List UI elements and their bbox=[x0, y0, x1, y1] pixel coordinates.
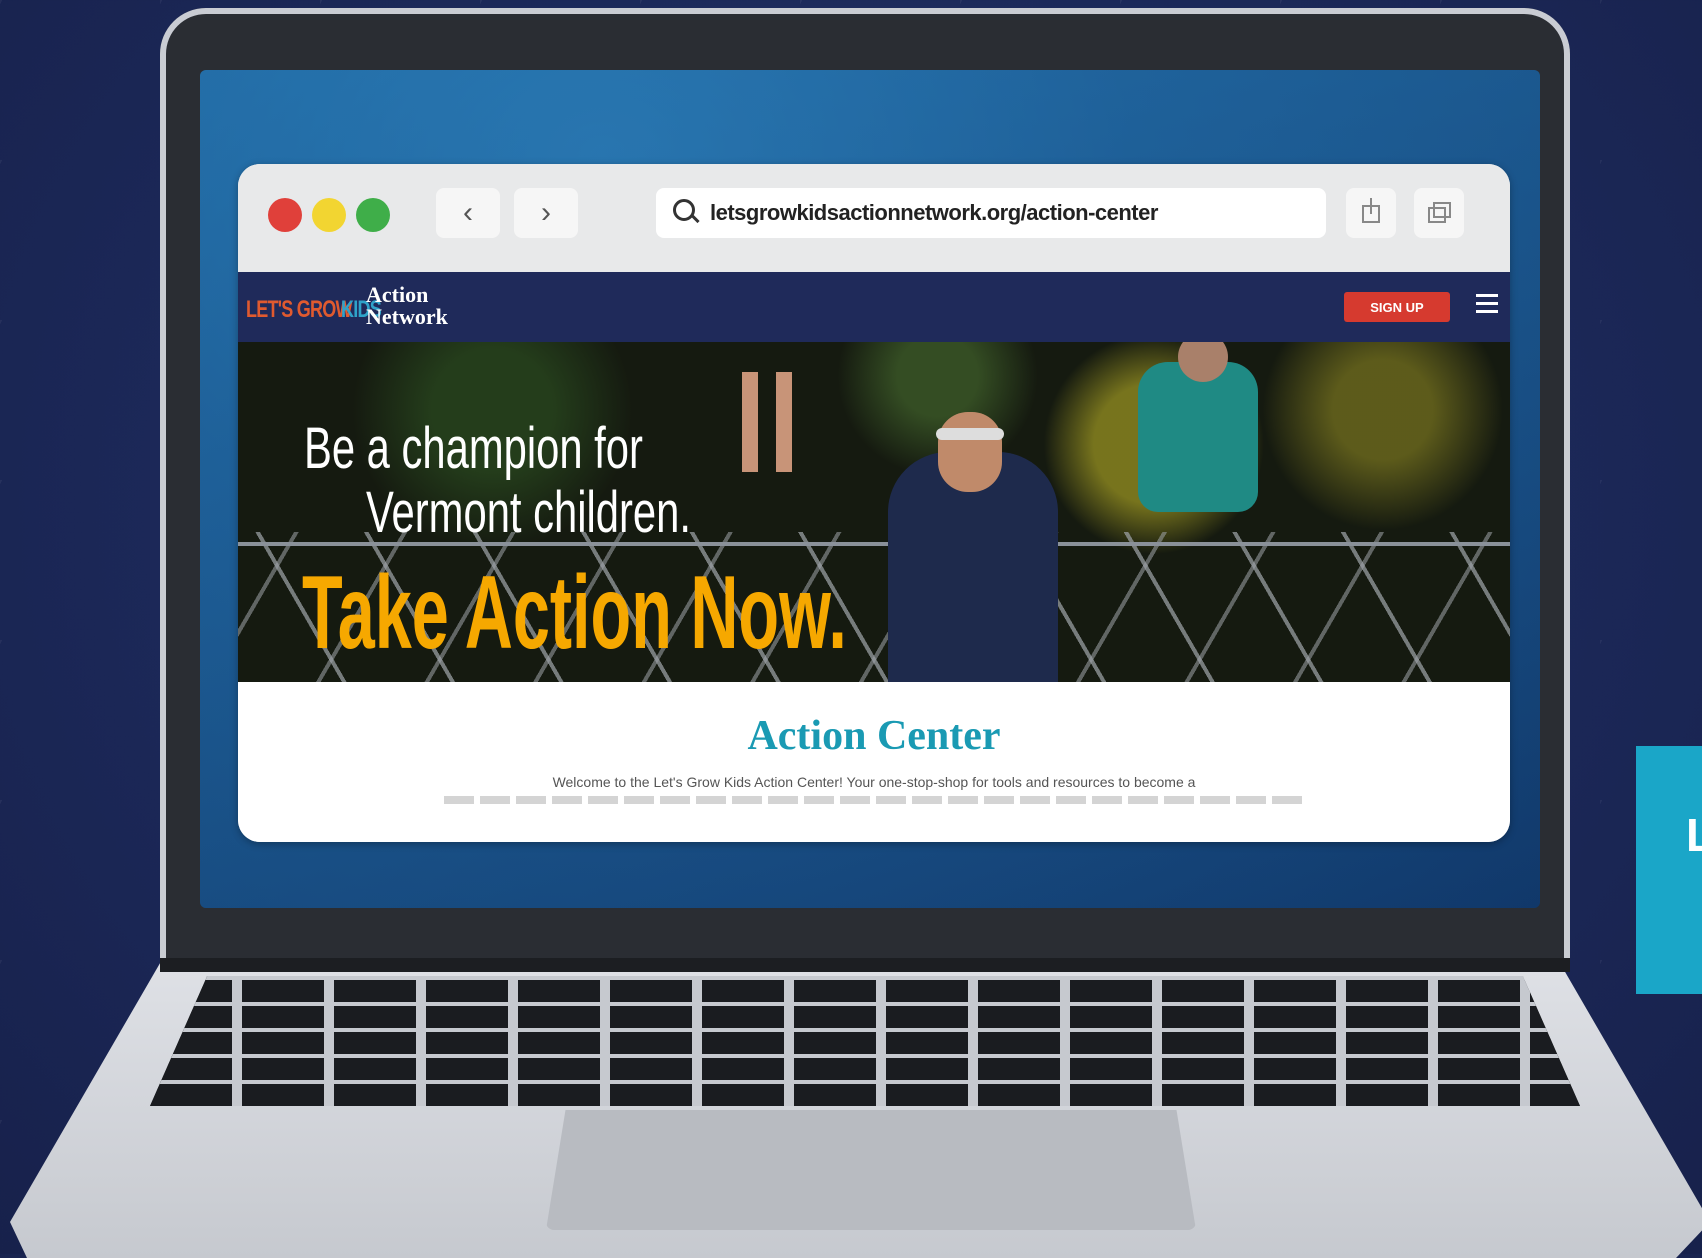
hanging-legs-photo bbox=[728, 372, 808, 472]
site-header: LET'S GROW KIDS Action Network SIGN UP bbox=[238, 272, 1510, 342]
action-center-section: Action Center Welcome to the Let's Grow … bbox=[238, 682, 1510, 842]
browser-window: ‹ › letsgrowkidsactionnetwork.org/action… bbox=[238, 164, 1510, 842]
search-icon bbox=[670, 196, 704, 230]
action-center-title: Action Center bbox=[747, 713, 1001, 759]
close-window-button[interactable] bbox=[268, 198, 302, 232]
forward-button[interactable]: › bbox=[514, 188, 578, 238]
tabs-button[interactable] bbox=[1414, 188, 1464, 238]
trackpad bbox=[546, 1110, 1196, 1230]
hamburger-menu-icon[interactable] bbox=[1476, 294, 1498, 314]
address-bar[interactable]: letsgrowkidsactionnetwork.org/action-cen… bbox=[656, 188, 1326, 238]
browser-toolbar: ‹ › letsgrowkidsactionnetwork.org/action… bbox=[238, 164, 1510, 272]
hero-banner: Be a champion for Vermont children. Take… bbox=[238, 342, 1510, 682]
laptop-illustration: ‹ › letsgrowkidsactionnetwork.org/action… bbox=[0, 0, 1702, 1258]
logo-action: Action bbox=[366, 282, 429, 307]
side-card bbox=[1636, 746, 1702, 994]
laptop-hinge bbox=[160, 958, 1570, 972]
chevron-left-icon: ‹ bbox=[463, 196, 473, 229]
intro-continuation-placeholder bbox=[444, 796, 1304, 804]
hero-headline-line2: Vermont children. bbox=[366, 480, 691, 545]
jumping-kid-photo bbox=[1138, 362, 1258, 512]
laptop-screen: ‹ › letsgrowkidsactionnetwork.org/action… bbox=[200, 70, 1540, 908]
hero-cta-text: Take Action Now. bbox=[302, 555, 847, 671]
share-icon bbox=[1362, 198, 1380, 223]
maximize-window-button[interactable] bbox=[356, 198, 390, 232]
share-button[interactable] bbox=[1346, 188, 1396, 238]
keyboard bbox=[150, 976, 1580, 1106]
hero-headline-line1: Be a champion for bbox=[304, 416, 643, 481]
back-button[interactable]: ‹ bbox=[436, 188, 500, 238]
laptop-lid: ‹ › letsgrowkidsactionnetwork.org/action… bbox=[160, 8, 1570, 968]
logo-lets-grow: LET'S GROW bbox=[246, 296, 353, 323]
action-center-intro: Welcome to the Let's Grow Kids Action Ce… bbox=[552, 774, 1196, 790]
side-card-letter: L bbox=[1686, 809, 1702, 861]
logo-network: Network bbox=[366, 304, 448, 329]
minimize-window-button[interactable] bbox=[312, 198, 346, 232]
tabs-icon bbox=[1428, 202, 1451, 223]
sunglasses-photo bbox=[936, 428, 1004, 440]
logo-wordmark: Action Network bbox=[366, 284, 448, 328]
signup-button[interactable]: SIGN UP bbox=[1344, 292, 1450, 322]
url-text: letsgrowkidsactionnetwork.org/action-cen… bbox=[710, 200, 1158, 225]
chevron-right-icon: › bbox=[541, 196, 551, 229]
adult-head-photo bbox=[938, 412, 1002, 492]
